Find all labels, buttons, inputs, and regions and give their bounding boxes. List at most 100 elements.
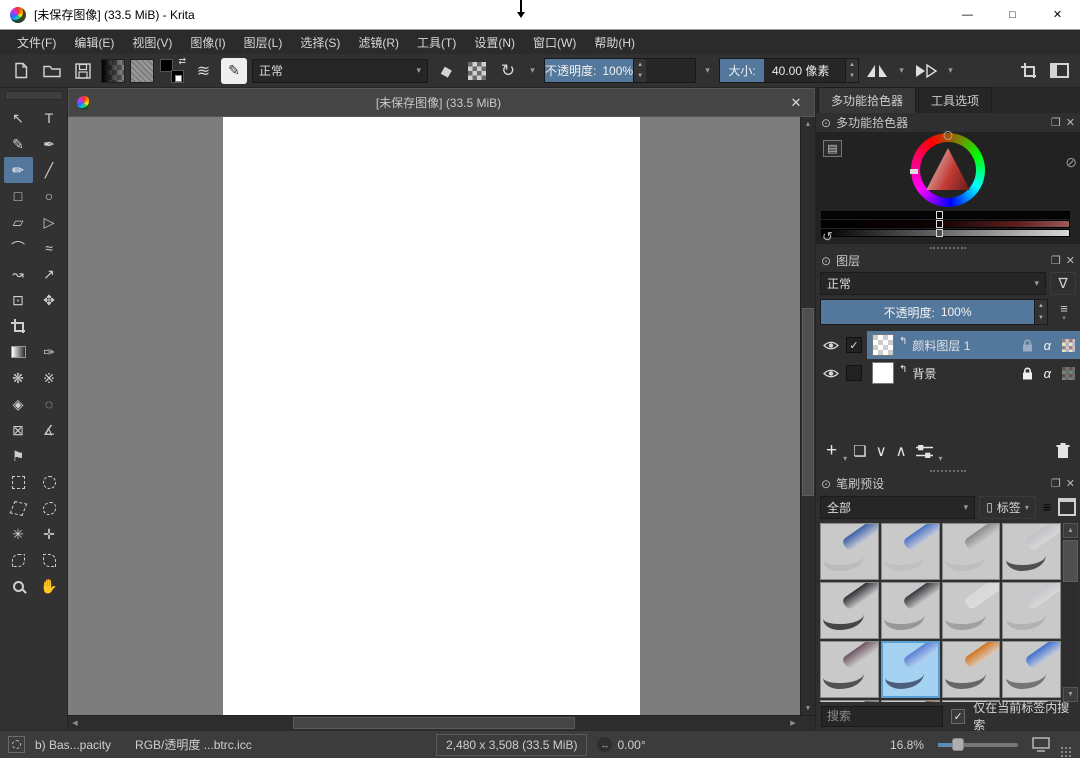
- blending-mode-select[interactable]: 正常 ▾: [252, 59, 428, 83]
- tool-gradient[interactable]: [4, 339, 33, 365]
- size-spin-buttons[interactable]: ▲▼: [845, 59, 858, 82]
- tool-calligraphy[interactable]: ✒: [35, 131, 64, 157]
- vertical-scroll-thumb[interactable]: [802, 308, 814, 496]
- brush-option-slider-icon[interactable]: ≋: [190, 58, 216, 84]
- brush-preset-6[interactable]: [942, 582, 1001, 639]
- preserve-alpha-button[interactable]: [464, 58, 490, 84]
- layer-checkbox[interactable]: [846, 365, 862, 381]
- zoom-slider[interactable]: [938, 743, 1018, 747]
- eraser-mode-button[interactable]: ◆: [430, 55, 462, 87]
- color-profile-label[interactable]: RGB/透明度 ...btrc.icc: [135, 736, 252, 753]
- tool-ellipse-select[interactable]: [35, 469, 64, 495]
- layer-row-1[interactable]: ↰背景α: [816, 359, 1080, 387]
- brush-preset-14[interactable]: [942, 700, 1001, 702]
- move-layer-up-button[interactable]: ∧: [893, 439, 910, 463]
- lock-icon[interactable]: ⊙: [821, 477, 831, 491]
- tool-transform[interactable]: ⊡: [4, 287, 33, 313]
- duplicate-layer-button[interactable]: ❏: [850, 439, 869, 463]
- tool-assistants[interactable]: ⚑: [4, 443, 33, 469]
- tool-enclose-fill[interactable]: ◌: [35, 391, 64, 417]
- brush-preset-9[interactable]: [881, 641, 940, 698]
- close-docker-icon[interactable]: ✕: [1066, 254, 1075, 267]
- image-size-label[interactable]: 2,480 x 3,508 (33.5 MiB): [436, 734, 587, 756]
- hue-ring[interactable]: [911, 133, 985, 207]
- layers-header[interactable]: ⊙ 图层 ❐ ✕: [816, 251, 1080, 270]
- color-picker-header[interactable]: ⊙ 多功能拾色器 ❐ ✕: [816, 113, 1080, 132]
- menu-item-2[interactable]: 视图(V): [123, 30, 181, 55]
- opacity-spin-buttons[interactable]: ▲▼: [1034, 300, 1047, 324]
- minimize-button[interactable]: —: [945, 0, 990, 29]
- tool-freehand-path[interactable]: ≈: [35, 235, 64, 261]
- add-layer-button[interactable]: +: [823, 439, 840, 463]
- reload-caret-icon[interactable]: ▾: [526, 65, 539, 76]
- brush-preset-15[interactable]: [1002, 700, 1061, 702]
- tool-text[interactable]: T: [35, 105, 64, 131]
- vertical-scrollbar[interactable]: ▲ ▼: [800, 117, 815, 715]
- layer-thumbnail[interactable]: [872, 334, 894, 356]
- layer-checkbox[interactable]: ✓: [846, 337, 862, 353]
- tool-bezier-select[interactable]: [4, 547, 33, 573]
- docker-splitter[interactable]: [816, 244, 1080, 251]
- menu-item-7[interactable]: 工具(T): [408, 30, 465, 55]
- brush-preset-13[interactable]: [881, 700, 940, 702]
- tool-freehand-select[interactable]: [35, 495, 64, 521]
- close-docker-icon[interactable]: ✕: [1066, 116, 1075, 129]
- layer-opacity-slider[interactable]: 不透明度: 100% ▲▼: [820, 299, 1048, 325]
- delete-layer-button[interactable]: [1053, 439, 1073, 463]
- preset-filter-select[interactable]: 全部 ▾: [820, 496, 975, 519]
- horizontal-scrollbar[interactable]: ◀ ▶: [68, 716, 800, 730]
- tool-colorize-mask[interactable]: ※: [35, 365, 64, 391]
- mirror-caret-icon[interactable]: ▾: [895, 65, 908, 76]
- layer-alpha-icon[interactable]: α: [1044, 338, 1051, 353]
- preset-scroll-thumb[interactable]: [1063, 540, 1078, 582]
- brush-preset-1[interactable]: [881, 523, 940, 580]
- tool-pan[interactable]: ✋: [35, 573, 64, 599]
- brush-preset-4[interactable]: [820, 582, 879, 639]
- scroll-right-icon[interactable]: ▶: [786, 716, 800, 730]
- float-docker-icon[interactable]: ❐: [1051, 477, 1061, 490]
- tab-tool-options[interactable]: 工具选项: [918, 87, 992, 113]
- brush-preset-5[interactable]: [881, 582, 940, 639]
- horizontal-scroll-thumb[interactable]: [293, 717, 575, 729]
- tool-polygon-select[interactable]: [4, 495, 33, 521]
- layer-name[interactable]: 背景: [912, 365, 1010, 382]
- search-in-tag-checkbox[interactable]: ✓: [951, 709, 965, 724]
- layer-row-0[interactable]: ✓↰颜料图层 1α: [816, 331, 1080, 359]
- menu-item-10[interactable]: 帮助(H): [585, 30, 644, 55]
- document-close-button[interactable]: ✕: [786, 95, 806, 111]
- mirror-horizontal-button[interactable]: [864, 58, 890, 84]
- scroll-down-icon[interactable]: ▼: [801, 701, 815, 715]
- brush-preset-2[interactable]: [942, 523, 1001, 580]
- zoom-percentage[interactable]: 16.8%: [890, 738, 924, 752]
- advanced-color-selector[interactable]: ▤ ⊘ ↺: [816, 132, 1080, 244]
- swap-colors-icon[interactable]: ⇄: [178, 56, 186, 67]
- layer-properties-button[interactable]: [913, 439, 936, 463]
- tool-bezier-curve[interactable]: ⌒: [4, 235, 33, 261]
- close-button[interactable]: ✕: [1035, 0, 1080, 29]
- layer-visibility-icon[interactable]: [821, 340, 841, 351]
- tool-move[interactable]: ✥: [35, 287, 64, 313]
- layer-alpha-icon[interactable]: α: [1044, 366, 1051, 381]
- tool-measure[interactable]: ∡: [35, 417, 64, 443]
- color-slider-3[interactable]: [821, 229, 1070, 237]
- reload-preset-button[interactable]: ↻: [495, 58, 521, 84]
- menu-item-6[interactable]: 滤镜(R): [349, 30, 408, 55]
- trim-to-image-button[interactable]: [1015, 58, 1041, 84]
- float-docker-icon[interactable]: ❐: [1051, 116, 1061, 129]
- layer-inherit-alpha-icon[interactable]: [1062, 339, 1075, 352]
- tool-freehand-brush[interactable]: ✏: [4, 157, 33, 183]
- tool-fill[interactable]: ◈: [4, 391, 33, 417]
- zoom-slider-thumb[interactable]: [952, 738, 964, 751]
- preset-menu-button[interactable]: ≡: [1040, 495, 1054, 519]
- document-titlebar[interactable]: [未保存图像] (33.5 MiB) ✕: [68, 88, 815, 117]
- brush-preview-icon[interactable]: [8, 736, 25, 753]
- brush-preset-10[interactable]: [942, 641, 1001, 698]
- lock-icon[interactable]: ⊙: [821, 116, 831, 130]
- canvas-rotation-icon[interactable]: ↔: [597, 737, 612, 752]
- tool-edit-shapes[interactable]: ✎: [4, 131, 33, 157]
- tool-similar-color-select[interactable]: ✳: [4, 521, 33, 547]
- tool-multibrush[interactable]: ↗: [35, 261, 64, 287]
- close-docker-icon[interactable]: ✕: [1066, 477, 1075, 490]
- scroll-up-icon[interactable]: ▲: [801, 117, 815, 131]
- resize-grip[interactable]: [1060, 746, 1072, 758]
